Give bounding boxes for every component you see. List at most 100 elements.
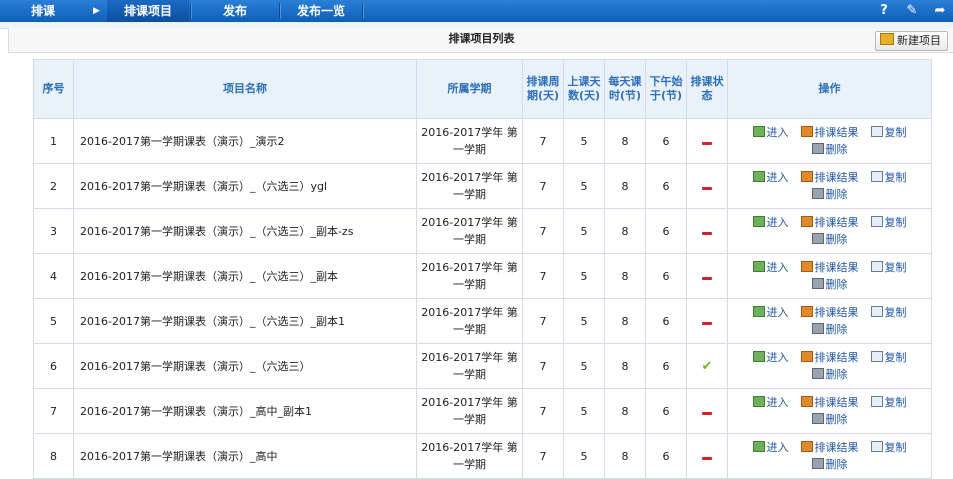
nav-item-schedule-projects[interactable]: 排课项目 [107,0,189,22]
cell-periods: 8 [604,433,646,479]
delete-label: 删除 [825,278,848,291]
cell-periods: 8 [604,388,646,434]
delete-link[interactable]: 删除 [811,186,848,203]
project-table: 序号 项目名称 所属学期 排课周期(天) 上课天数(天) 每天课时(节) 下午始… [33,59,932,479]
nav-item-publish[interactable]: 发布 [192,0,278,22]
cell-operations: 进入 排课结果 复制删除 [727,208,932,254]
status-pending-icon [702,141,712,145]
copy-link[interactable]: 复制 [870,259,907,276]
cell-seq: 8 [33,433,74,479]
edit-icon[interactable]: ✎ [904,3,920,19]
enter-link[interactable]: 进入 [752,394,789,411]
copy-link[interactable]: 复制 [870,169,907,186]
cell-operations: 进入 排课结果 复制删除 [727,388,932,434]
enter-icon [752,216,765,227]
cell-cycle: 7 [522,298,564,344]
cell-cycle: 7 [522,163,564,209]
cell-term: 2016-2017学年 第一学期 [416,343,523,389]
schedule-result-link[interactable]: 排课结果 [800,124,859,141]
cell-days: 5 [563,433,605,479]
status-pending-icon [702,231,712,235]
table-row: 6 2016-2017第一学期课表（演示）_（六选三） 2016-2017学年 第一… [33,343,932,389]
schedule-result-link[interactable]: 排课结果 [800,394,859,411]
enter-link[interactable]: 进入 [752,259,789,276]
cell-term: 2016-2017学年 第一学期 [416,118,523,164]
copy-link[interactable]: 复制 [870,349,907,366]
chart-icon [800,171,813,182]
enter-link[interactable]: 进入 [752,349,789,366]
delete-icon [811,143,824,154]
cell-term: 2016-2017学年 第一学期 [416,208,523,254]
schedule-result-link[interactable]: 排课结果 [800,439,859,456]
nav-item-schedule[interactable]: 排课 [0,0,86,22]
delete-label: 删除 [825,458,848,471]
schedule-result-label: 排课结果 [814,351,859,364]
col-header-ops: 操作 [727,59,932,119]
cell-project-name: 2016-2017第一学期课表（演示）_演示2 [73,118,417,164]
copy-link[interactable]: 复制 [870,439,907,456]
new-project-button[interactable]: 新建项目 [875,31,948,51]
cell-term-line2: 一学期 [453,323,486,336]
chart-icon [800,441,813,452]
cell-term-line1: 2016-2017学年 第 [421,261,518,274]
delete-link[interactable]: 删除 [811,411,848,428]
copy-link[interactable]: 复制 [870,394,907,411]
copy-link[interactable]: 复制 [870,214,907,231]
cell-periods: 8 [604,118,646,164]
cell-days: 5 [563,343,605,389]
cell-days: 5 [563,208,605,254]
cell-term-line1: 2016-2017学年 第 [421,216,518,229]
cell-term-line2: 一学期 [453,233,486,246]
exit-icon[interactable]: ➦ [932,3,948,19]
copy-icon [870,171,883,182]
schedule-result-link[interactable]: 排课结果 [800,259,859,276]
delete-label: 删除 [825,413,848,426]
cell-seq: 4 [33,253,74,299]
schedule-result-link[interactable]: 排课结果 [800,169,859,186]
schedule-result-link[interactable]: 排课结果 [800,349,859,366]
delete-link[interactable]: 删除 [811,141,848,158]
cell-cycle: 7 [522,343,564,389]
copy-icon [870,441,883,452]
help-icon[interactable]: ? [876,3,892,19]
new-folder-icon [880,33,894,45]
enter-icon [752,171,765,182]
col-header-name: 项目名称 [73,59,417,119]
delete-link[interactable]: 删除 [811,231,848,248]
delete-link[interactable]: 删除 [811,276,848,293]
col-header-cycle: 排课周期(天) [522,59,564,119]
schedule-result-link[interactable]: 排课结果 [800,304,859,321]
nav-item-publish-overview[interactable]: 发布一览 [281,0,361,22]
cell-afternoon: 6 [645,343,687,389]
cell-term: 2016-2017学年 第一学期 [416,298,523,344]
delete-icon [811,233,824,244]
cell-project-name: 2016-2017第一学期课表（演示）_（六选三） [73,343,417,389]
schedule-result-label: 排课结果 [814,396,859,409]
schedule-result-link[interactable]: 排课结果 [800,214,859,231]
schedule-result-label: 排课结果 [814,171,859,184]
cell-term-line2: 一学期 [453,188,486,201]
delete-link[interactable]: 删除 [811,366,848,383]
delete-label: 删除 [825,143,848,156]
col-header-afternoon: 下午始于(节) [645,59,687,119]
cell-cycle: 7 [522,388,564,434]
copy-link[interactable]: 复制 [870,304,907,321]
cell-status: ✔ [686,343,728,389]
cell-cycle: 7 [522,253,564,299]
delete-link[interactable]: 删除 [811,321,848,338]
enter-link[interactable]: 进入 [752,169,789,186]
enter-link[interactable]: 进入 [752,439,789,456]
cell-project-name: 2016-2017第一学期课表（演示）_（六选三）_副本-zs [73,208,417,254]
enter-link[interactable]: 进入 [752,124,789,141]
cell-term-line1: 2016-2017学年 第 [421,306,518,319]
enter-link[interactable]: 进入 [752,214,789,231]
copy-link[interactable]: 复制 [870,124,907,141]
cell-periods: 8 [604,343,646,389]
cell-seq: 5 [33,298,74,344]
cell-seq: 1 [33,118,74,164]
delete-link[interactable]: 删除 [811,456,848,473]
cell-cycle: 7 [522,118,564,164]
enter-icon [752,396,765,407]
enter-link[interactable]: 进入 [752,304,789,321]
cell-term: 2016-2017学年 第一学期 [416,253,523,299]
